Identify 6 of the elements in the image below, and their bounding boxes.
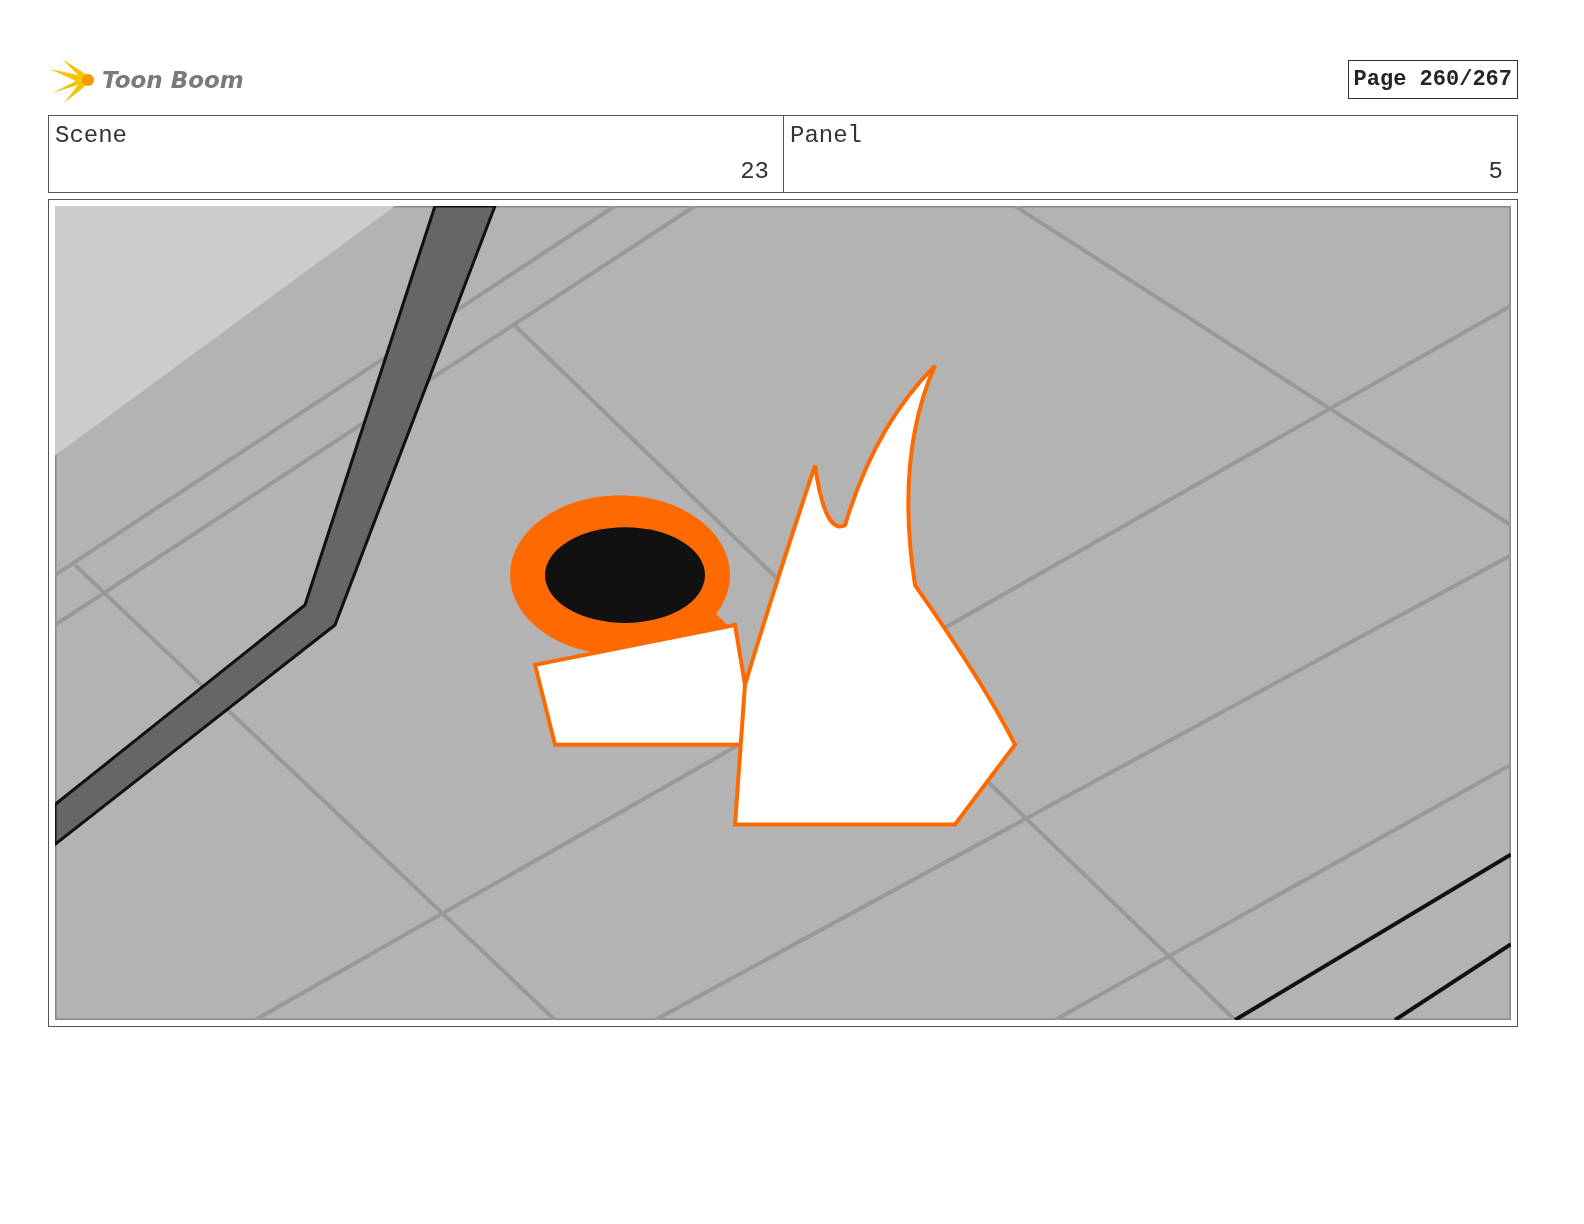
field-label: Panel — [790, 121, 863, 151]
field-label: Scene — [55, 121, 128, 151]
field-value: 5 — [1488, 157, 1503, 187]
logo-text: Toon Boom — [102, 65, 244, 95]
page-number: Page 260/267 — [1347, 60, 1518, 99]
field-value: 23 — [740, 157, 769, 187]
